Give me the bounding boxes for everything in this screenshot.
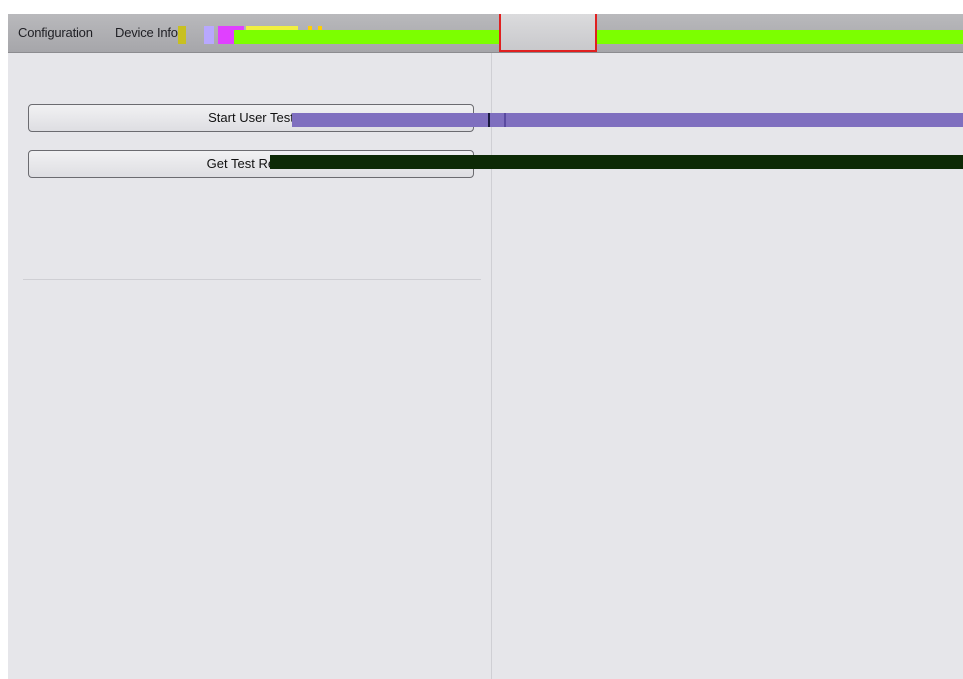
glitch-tick bbox=[488, 113, 490, 127]
divider bbox=[23, 279, 481, 280]
tab-user-test[interactable] bbox=[499, 14, 597, 52]
glitch-block bbox=[178, 26, 186, 44]
left-panel: Start User Test Get Test Result bbox=[8, 53, 492, 679]
glitch-block bbox=[204, 26, 214, 44]
tab-configuration[interactable]: Configuration bbox=[18, 14, 93, 52]
right-panel bbox=[492, 53, 963, 679]
glitch-bar bbox=[292, 113, 963, 127]
glitch-tick bbox=[504, 113, 506, 127]
glitch-strip bbox=[234, 30, 963, 44]
tab-bar: Configuration Device Info. bbox=[8, 14, 963, 53]
glitch-bar bbox=[270, 155, 963, 169]
tab-device-info[interactable]: Device Info. bbox=[115, 14, 181, 52]
